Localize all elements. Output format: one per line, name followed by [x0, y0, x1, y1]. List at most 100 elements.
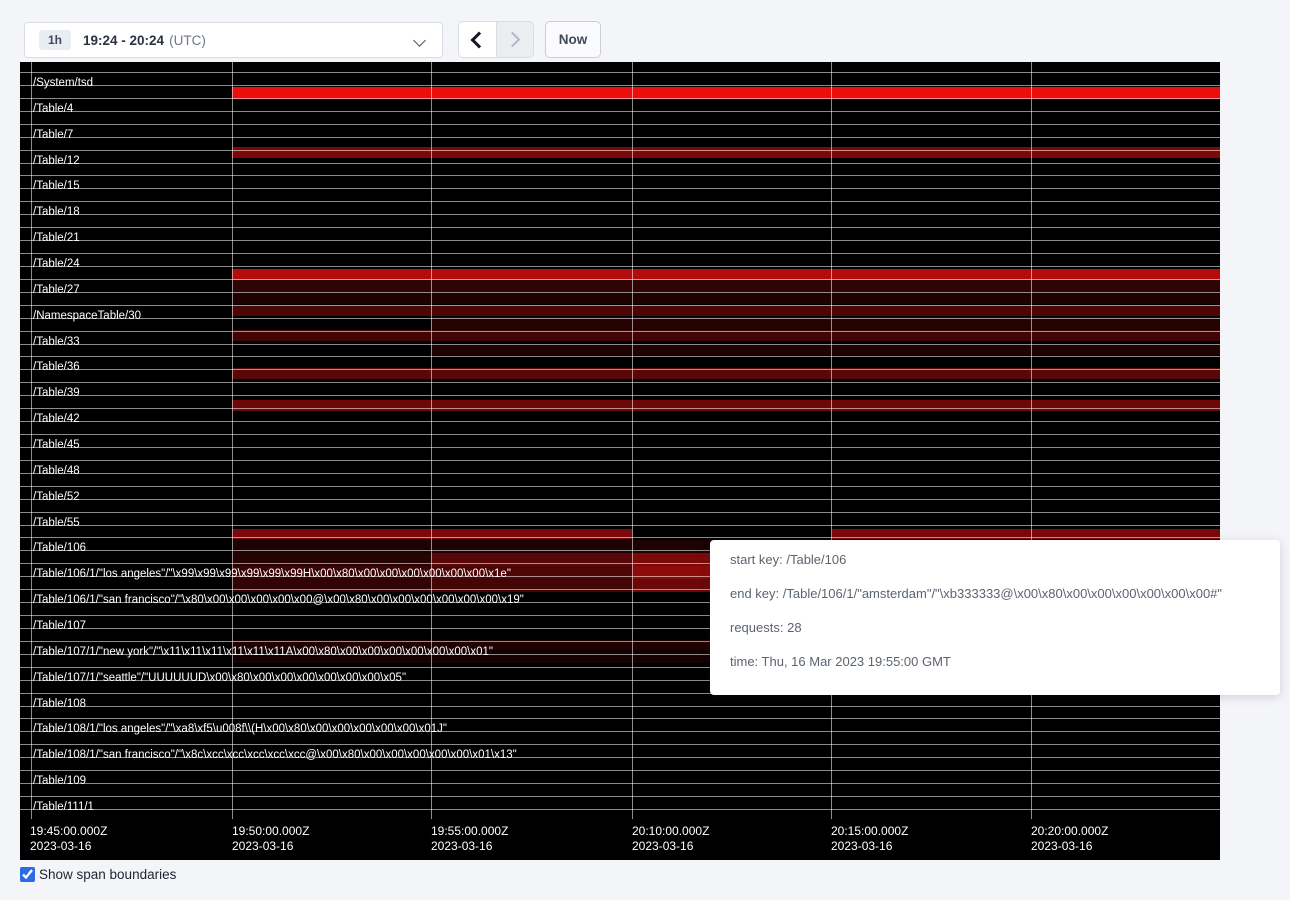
- heatmap-row-label: /Table/27: [33, 284, 80, 296]
- heatmap-row-label: /Table/15: [33, 180, 80, 192]
- time-axis-tick: 19:55:00.000Z2023-03-16: [431, 824, 508, 854]
- heatmap-gridline-horizontal: [20, 163, 1220, 164]
- tooltip-start-key: start key: /Table/106: [730, 543, 1260, 577]
- heatmap-gridline-horizontal: [20, 809, 1220, 810]
- time-axis-tick: 20:10:00.000Z2023-03-16: [632, 824, 709, 854]
- heatmap-gridline-vertical: [1031, 62, 1032, 819]
- heatmap-span-stripe: [232, 553, 431, 566]
- heatmap-gridline-horizontal: [20, 744, 1220, 745]
- show-span-boundaries-label: Show span boundaries: [39, 867, 176, 882]
- heatmap-gridline-horizontal: [20, 124, 1220, 125]
- range-duration-badge: 1h: [39, 30, 71, 50]
- heatmap-gridline-horizontal: [20, 525, 1220, 526]
- heatmap-gridline-horizontal: [20, 175, 1220, 176]
- heatmap-row-label: /Table/12: [33, 155, 80, 167]
- heatmap-row-label: /Table/107/1/"new york"/"\x11\x11\x11\x1…: [33, 646, 493, 658]
- heatmap-gridline-horizontal: [20, 512, 1220, 513]
- heatmap-row-label: /Table/18: [33, 206, 80, 218]
- now-button[interactable]: Now: [545, 21, 601, 58]
- heatmap-row-label: /Table/107/1/"seattle"/"UUUUUUD\x00\x80\…: [33, 672, 406, 684]
- chevron-right-icon: [505, 32, 521, 48]
- heatmap-gridline-horizontal: [20, 486, 1220, 487]
- heatmap-span-stripe: [232, 305, 1220, 316]
- tooltip-time: time: Thu, 16 Mar 2023 19:55:00 GMT: [730, 645, 1260, 679]
- heatmap-gridline-horizontal: [20, 227, 1220, 228]
- heatmap-span-stripe: [431, 579, 632, 592]
- heatmap-gridline-horizontal: [20, 214, 1220, 215]
- heatmap-gridline-horizontal: [20, 706, 1220, 707]
- heatmap-span-stripe: [431, 345, 1220, 355]
- heatmap-gridline-horizontal: [20, 382, 1220, 383]
- heatmap-gridline-horizontal: [20, 369, 1220, 370]
- heatmap-gridline-horizontal: [20, 137, 1220, 138]
- heatmap-gridline-vertical: [431, 62, 432, 819]
- heatmap-gridline-vertical: [31, 62, 32, 819]
- heatmap-gridline-horizontal: [20, 318, 1220, 319]
- span-tooltip: start key: /Table/106 end key: /Table/10…: [710, 540, 1280, 695]
- tooltip-requests: requests: 28: [730, 611, 1260, 645]
- heatmap-gridline-horizontal: [20, 408, 1220, 409]
- time-axis-tick: 19:45:00.000Z2023-03-16: [30, 824, 107, 854]
- heatmap-gridline-horizontal: [20, 356, 1220, 357]
- heatmap-gridline-horizontal: [20, 266, 1220, 267]
- heatmap-span-stripe: [232, 293, 1220, 304]
- heatmap-row-label: /Table/108/1/"san francisco"/"\x8c\xcc\x…: [33, 749, 517, 761]
- heatmap-gridline-horizontal: [20, 305, 1220, 306]
- chevron-down-icon: [413, 34, 426, 47]
- heatmap-gridline-horizontal: [20, 499, 1220, 500]
- heatmap-row-label: /Table/45: [33, 439, 80, 451]
- key-visualizer-heatmap[interactable]: /System/tsd/Table/4/Table/7/Table/12/Tab…: [20, 62, 1220, 860]
- heatmap-gridline-horizontal: [20, 434, 1220, 435]
- heatmap-gridline-horizontal: [20, 447, 1220, 448]
- time-axis-tick: 20:15:00.000Z2023-03-16: [831, 824, 908, 854]
- heatmap-gridline-horizontal: [20, 98, 1220, 99]
- heatmap-span-stripe: [431, 553, 632, 566]
- range-timezone-label: (UTC): [169, 33, 206, 48]
- tooltip-end-key: end key: /Table/106/1/"amsterdam"/"\xb33…: [730, 577, 1260, 611]
- show-span-boundaries-checkbox[interactable]: [20, 867, 35, 882]
- heatmap-row-label: /Table/39: [33, 387, 80, 399]
- heatmap-gridline-horizontal: [20, 72, 1220, 73]
- heatmap-row-label: /Table/33: [33, 336, 80, 348]
- heatmap-gridline-horizontal: [20, 201, 1220, 202]
- heatmap-row-label: /Table/21: [33, 232, 80, 244]
- time-axis-tick: 20:20:00.000Z2023-03-16: [1031, 824, 1108, 854]
- heatmap-row-label: /NamespaceTable/30: [33, 310, 141, 322]
- heatmap-gridline-horizontal: [20, 473, 1220, 474]
- heatmap-gridline-horizontal: [20, 770, 1220, 771]
- range-label: 19:24 - 20:24: [83, 33, 164, 48]
- heatmap-gridline-horizontal: [20, 292, 1220, 293]
- heatmap-gridline-vertical: [632, 62, 633, 819]
- heatmap-gridline-horizontal: [20, 783, 1220, 784]
- heatmap-gridline-horizontal: [20, 718, 1220, 719]
- heatmap-gridline-horizontal: [20, 344, 1220, 345]
- heatmap-gridline-horizontal: [20, 188, 1220, 189]
- prev-time-button[interactable]: [459, 22, 497, 57]
- time-range-select[interactable]: 1h 19:24 - 20:24 (UTC): [24, 22, 443, 58]
- heatmap-row-label: /Table/108/1/"los angeles"/"\xa8\xf5\u00…: [33, 723, 447, 735]
- heatmap-row-label: /Table/106/1/"los angeles"/"\x99\x99\x99…: [33, 568, 511, 580]
- heatmap-row-label: /Table/4: [33, 103, 73, 115]
- time-axis-tick: 19:50:00.000Z2023-03-16: [232, 824, 309, 854]
- heatmap-gridline-horizontal: [20, 537, 1220, 538]
- heatmap-gridline-horizontal: [20, 421, 1220, 422]
- heatmap-row-label: /Table/48: [33, 465, 80, 477]
- heatmap-span-stripe: [232, 147, 1220, 158]
- span-boundaries-toggle-row: Show span boundaries: [20, 867, 176, 882]
- heatmap-gridline-horizontal: [20, 331, 1220, 332]
- heatmap-row-label: /Table/107: [33, 620, 86, 632]
- heatmap-row-label: /System/tsd: [33, 77, 93, 89]
- heatmap-row-label: /Table/108: [33, 698, 86, 710]
- heatmap-gridline-horizontal: [20, 111, 1220, 112]
- heatmap-span-stripe: [232, 400, 1220, 411]
- next-time-button[interactable]: [497, 22, 534, 57]
- heatmap-span-stripe: [232, 280, 1220, 292]
- heatmap-gridline-horizontal: [20, 796, 1220, 797]
- time-nav-button-group: [458, 21, 534, 58]
- heatmap-gridline-vertical: [831, 62, 832, 819]
- toolbar: 1h 19:24 - 20:24 (UTC) Now: [0, 0, 1290, 62]
- heatmap-row-label: /Table/52: [33, 491, 80, 503]
- heatmap-row-label: /Table/109: [33, 775, 86, 787]
- heatmap-row-label: /Table/106: [33, 542, 86, 554]
- heatmap-row-label: /Table/111/1: [33, 801, 94, 813]
